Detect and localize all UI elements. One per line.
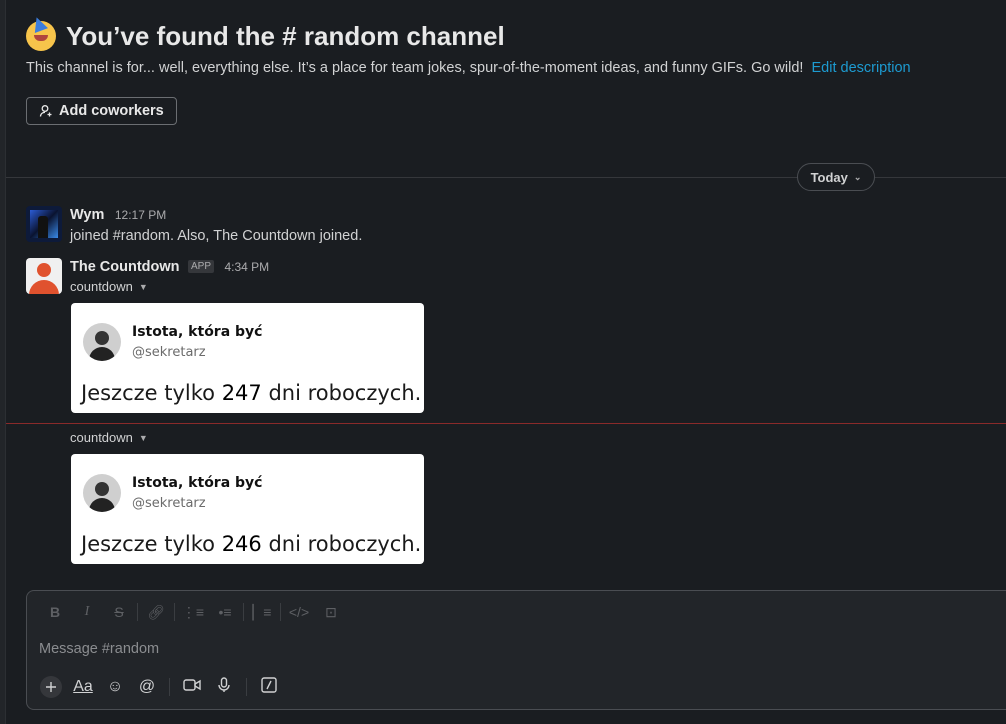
code-block-icon[interactable]: ⊡ [315, 604, 347, 621]
code-icon[interactable]: </> [283, 604, 315, 620]
card-name: Istota, która być [132, 475, 263, 491]
message-author[interactable]: The Countdown [70, 259, 180, 275]
image-attachment[interactable]: Istota, która być @sekretarz Jeszcze tyl… [71, 454, 424, 564]
formatting-toolbar: B I S 🔗︎ ⋮≡ •≡ ▏≡ </> ⊡ [39, 601, 347, 623]
card-handle: @sekretarz [132, 496, 206, 511]
card-quote: Jeszcze tylko 247 dni roboczych. [81, 381, 422, 405]
toolbar-separator [137, 603, 138, 621]
message-author[interactable]: Wym [70, 207, 104, 223]
channel-intro: You’ve found the # random channel This c… [26, 18, 911, 76]
message-input[interactable]: Message #random [39, 641, 159, 657]
strikethrough-icon[interactable]: S [103, 604, 135, 620]
emoji-icon[interactable]: ☺ [99, 678, 131, 696]
add-person-icon [39, 105, 52, 117]
text-format-icon[interactable]: Aa [67, 678, 99, 696]
add-coworkers-button[interactable]: Add coworkers [26, 97, 177, 125]
toolbar-separator [174, 603, 175, 621]
toolbar-separator [169, 678, 170, 696]
date-divider-button[interactable]: Today ⌄ [797, 163, 875, 191]
message-time[interactable]: 12:17 PM [115, 208, 166, 222]
message-text: joined #random. Also, The Countdown join… [70, 228, 363, 244]
italic-icon[interactable]: I [71, 604, 103, 620]
toolbar-separator [280, 603, 281, 621]
card-handle: @sekretarz [132, 345, 206, 360]
image-attachment[interactable]: Istota, która być @sekretarz Jeszcze tyl… [71, 303, 424, 413]
slash-command-icon[interactable] [253, 676, 285, 698]
composer-actions: Aa ☺ @ [35, 675, 285, 699]
mention-icon[interactable]: @ [131, 678, 163, 696]
channel-intro-title: You’ve found the # random channel [26, 18, 911, 54]
message-body: The Countdown APP 4:34 PM [70, 258, 269, 276]
caret-down-icon[interactable]: ▼ [139, 433, 148, 443]
message-body: Wym 12:17 PM joined #random. Also, The C… [70, 206, 362, 244]
avatar[interactable] [26, 258, 62, 294]
profile-picture [83, 323, 121, 361]
new-messages-line [6, 423, 1006, 424]
toolbar-separator [246, 678, 247, 696]
card-quote: Jeszcze tylko 246 dni roboczych. [81, 532, 422, 556]
plus-icon[interactable] [40, 676, 62, 698]
message-time[interactable]: 4:34 PM [224, 260, 269, 274]
profile-picture [83, 474, 121, 512]
attachment-label[interactable]: countdown ▼ [70, 279, 148, 294]
microphone-icon[interactable] [208, 676, 240, 698]
video-icon[interactable] [176, 678, 208, 697]
party-face-icon [26, 21, 56, 51]
link-icon[interactable]: 🔗︎ [140, 604, 172, 621]
attachment-label[interactable]: countdown ▼ [70, 430, 148, 445]
edit-description-link[interactable]: Edit description [811, 60, 910, 76]
avatar[interactable] [26, 206, 62, 242]
caret-down-icon[interactable]: ▼ [139, 282, 148, 292]
chevron-down-icon: ⌄ [853, 171, 862, 182]
bold-icon[interactable]: B [39, 604, 71, 620]
card-name: Istota, która być [132, 324, 263, 340]
app-badge: APP [187, 260, 214, 273]
bullet-list-icon[interactable]: •≡ [209, 604, 241, 620]
toolbar-separator [243, 603, 244, 621]
left-edge [0, 0, 6, 724]
ordered-list-icon[interactable]: ⋮≡ [177, 604, 209, 621]
message-composer[interactable]: B I S 🔗︎ ⋮≡ •≡ ▏≡ </> ⊡ Message #random … [26, 590, 1006, 710]
channel-description: This channel is for... well, everything … [26, 60, 911, 76]
blockquote-icon[interactable]: ▏≡ [246, 604, 278, 621]
